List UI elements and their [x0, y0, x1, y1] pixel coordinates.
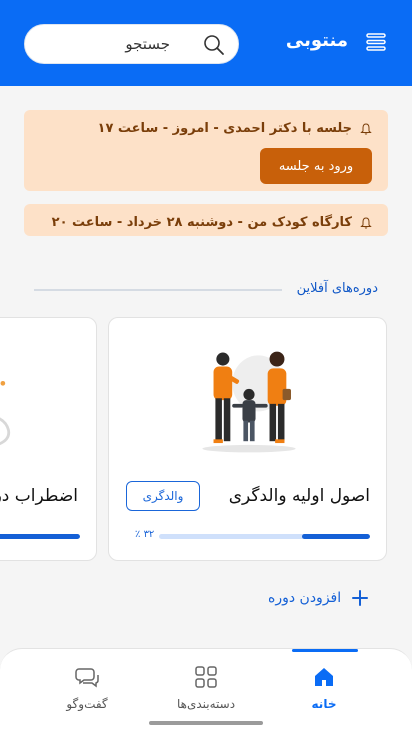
course-progress-fill — [0, 534, 80, 539]
course-progress-label: ۳۲ ٪ — [135, 529, 155, 540]
menu-icon[interactable] — [366, 32, 386, 52]
search-placeholder: جستجو — [125, 35, 170, 53]
family-illustration — [202, 351, 296, 453]
course-progress-bar — [159, 534, 370, 539]
bell-icon — [360, 217, 372, 229]
course-card[interactable]: اصول اولیه والدگری والدگری ۳۲ ٪ — [108, 317, 387, 561]
meeting-alert: جلسه با دکتر احمدی - امروز - ساعت ۱۷ ورو… — [24, 110, 388, 191]
course-title: اصول اولیه والدگری — [228, 486, 370, 506]
bell-icon — [360, 123, 372, 135]
add-course-button[interactable]: افزودن دوره — [268, 587, 369, 609]
brand-title: منتوبی — [285, 30, 348, 51]
home-icon — [315, 668, 333, 686]
course-illustration — [0, 381, 11, 446]
nav-home[interactable]: خانه — [279, 665, 369, 711]
grid-icon — [195, 666, 217, 688]
meeting-alert-text: جلسه با دکتر احمدی - امروز - ساعت ۱۷ — [97, 121, 352, 136]
course-card[interactable]: اضطراب در — [0, 317, 97, 561]
plus-icon — [352, 590, 369, 606]
app-header: جستجو منتوبی — [0, 0, 412, 86]
add-course-label: افزودن دوره — [268, 590, 342, 606]
search-bar[interactable]: جستجو — [24, 24, 239, 64]
course-category-tag[interactable]: والدگری — [126, 481, 200, 511]
nav-categories-label: دسته‌بندی‌ها — [176, 697, 236, 711]
section-divider — [34, 289, 282, 291]
home-indicator-bar — [149, 721, 263, 725]
nav-chat-label: گفت‌وگو — [66, 697, 108, 711]
chat-icon — [75, 668, 99, 688]
workshop-alert-text: کارگاه کودک من - دوشنبه ۲۸ خرداد - ساعت … — [51, 215, 352, 230]
course-progress-bar — [0, 534, 80, 539]
section-title: دوره‌های آفلاین — [296, 281, 378, 296]
nav-categories[interactable]: دسته‌بندی‌ها — [161, 665, 251, 711]
course-title: اضطراب در — [0, 486, 78, 506]
course-progress-fill — [302, 534, 370, 539]
workshop-alert: کارگاه کودک من - دوشنبه ۲۸ خرداد - ساعت … — [24, 204, 388, 236]
join-meeting-button[interactable]: ورود به جلسه — [260, 148, 372, 184]
nav-home-label: خانه — [311, 697, 337, 711]
nav-chat[interactable]: گفت‌وگو — [42, 665, 132, 711]
search-icon[interactable] — [202, 33, 226, 57]
active-tab-indicator — [292, 649, 358, 652]
bottom-navigation: خانه دسته‌بندی‌ها گفت‌وگو — [0, 648, 412, 733]
